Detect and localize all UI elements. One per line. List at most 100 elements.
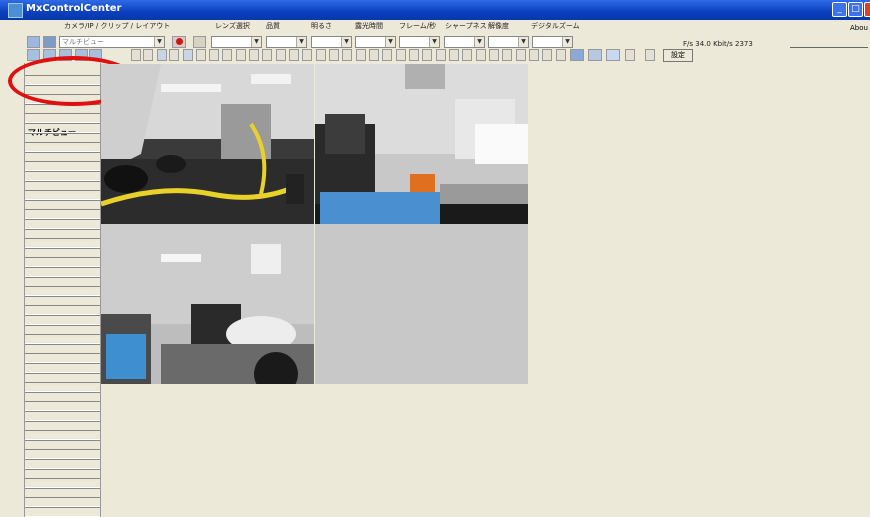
digital-zoom-dropdown[interactable]: ▼ [532, 36, 573, 48]
camera-view-empty[interactable] [315, 224, 528, 384]
sidebar-item-empty[interactable] [24, 449, 100, 460]
view-select[interactable]: マルチビュー ▼ [59, 36, 165, 48]
record-icon[interactable] [172, 36, 186, 48]
tool-button[interactable] [476, 49, 486, 61]
sidebar-item-empty[interactable] [24, 161, 100, 172]
sharpness-dropdown[interactable]: ▼ [444, 36, 485, 48]
tool-button[interactable] [422, 49, 432, 61]
sidebar-item-empty[interactable] [24, 343, 100, 354]
tool-button[interactable] [409, 49, 419, 61]
sidebar-item-empty[interactable] [24, 487, 100, 498]
chevron-down-icon[interactable]: ▼ [154, 37, 164, 47]
sidebar-item-empty[interactable] [24, 430, 100, 441]
chevron-down-icon[interactable]: ▼ [474, 37, 484, 47]
sidebar-item-empty[interactable] [24, 132, 100, 143]
sidebar-item-empty[interactable] [24, 267, 100, 277]
tool-button[interactable] [249, 49, 259, 61]
tool-button[interactable] [222, 49, 232, 61]
tool-button[interactable] [462, 49, 472, 61]
sidebar-item-empty[interactable] [24, 334, 100, 345]
tool-button[interactable] [382, 49, 392, 61]
tool-button[interactable] [556, 49, 566, 61]
minimize-button[interactable]: _ [832, 2, 847, 17]
quality-dropdown[interactable]: ▼ [266, 36, 307, 48]
info-icon[interactable] [645, 49, 655, 61]
ptz-icon[interactable] [606, 49, 620, 61]
camera-view-1[interactable] [101, 64, 314, 224]
snapshot-icon[interactable] [193, 36, 206, 48]
sidebar-item-empty[interactable] [24, 228, 100, 239]
chevron-down-icon[interactable]: ▼ [385, 37, 395, 47]
sidebar-item-empty[interactable] [24, 209, 100, 220]
tool-button[interactable] [356, 49, 366, 61]
tool-button[interactable] [542, 49, 552, 61]
sidebar-item-empty[interactable] [24, 286, 100, 297]
sidebar-item-empty[interactable] [24, 305, 100, 316]
sidebar-item-empty[interactable] [24, 123, 100, 133]
tool-button[interactable] [169, 49, 179, 61]
tool-button[interactable] [302, 49, 312, 61]
tool-button[interactable] [276, 49, 286, 61]
tool-button[interactable] [516, 49, 526, 61]
camera-config-icon[interactable] [588, 49, 602, 61]
tool-button[interactable] [529, 49, 539, 61]
tool-button[interactable] [369, 49, 379, 61]
fps-dropdown[interactable]: ▼ [399, 36, 440, 48]
sidebar-item-empty[interactable] [24, 468, 100, 479]
chevron-down-icon[interactable]: ▼ [429, 37, 439, 47]
chevron-down-icon[interactable]: ▼ [562, 37, 572, 47]
sidebar-item-empty[interactable] [24, 353, 100, 364]
sidebar-item-empty[interactable] [24, 171, 100, 181]
exposure-dropdown[interactable]: ▼ [355, 36, 396, 48]
sidebar-item-empty[interactable] [24, 497, 100, 508]
save-icon[interactable] [43, 36, 56, 48]
camera-view-3[interactable] [101, 224, 314, 384]
about-link[interactable]: Abou [850, 24, 868, 32]
settings-button[interactable]: 設定 [663, 49, 693, 62]
sidebar-item-empty[interactable] [24, 190, 100, 201]
chevron-down-icon[interactable]: ▼ [296, 37, 306, 47]
sidebar-item-empty[interactable] [24, 478, 100, 489]
chevron-down-icon[interactable]: ▼ [251, 37, 261, 47]
sidebar-item-empty[interactable] [24, 295, 100, 306]
sidebar-item-empty[interactable] [24, 372, 100, 383]
sidebar-item-empty[interactable] [24, 142, 100, 153]
sidebar-item-empty[interactable] [24, 219, 100, 229]
tool-button[interactable] [342, 49, 352, 61]
tool-button[interactable] [449, 49, 459, 61]
sidebar-item-empty[interactable] [24, 151, 100, 162]
close-button[interactable] [864, 2, 870, 17]
sidebar-item-empty[interactable] [24, 315, 100, 325]
maximize-button[interactable]: □ [848, 2, 863, 17]
sidebar-item-empty[interactable] [24, 420, 100, 431]
sidebar-item-empty[interactable] [24, 439, 100, 450]
tool-button[interactable] [436, 49, 446, 61]
camera-list-icon[interactable] [27, 36, 40, 48]
tool-button[interactable] [209, 49, 219, 61]
fullscreen-icon[interactable] [570, 49, 584, 61]
sidebar-item-empty[interactable] [24, 411, 100, 421]
sidebar-item-empty[interactable] [24, 276, 100, 287]
sidebar-item-empty[interactable] [24, 257, 100, 268]
tool-button[interactable] [625, 49, 635, 61]
tool-button[interactable] [502, 49, 512, 61]
tool-button[interactable] [262, 49, 272, 61]
chevron-down-icon[interactable]: ▼ [341, 37, 351, 47]
resolution-dropdown[interactable]: ▼ [488, 36, 529, 48]
tool-button[interactable] [196, 49, 206, 61]
sidebar-item-empty[interactable] [24, 363, 100, 373]
sidebar-item-empty[interactable] [24, 401, 100, 412]
sidebar-item-empty[interactable] [24, 391, 100, 402]
tool-button[interactable] [329, 49, 339, 61]
tool-button[interactable] [236, 49, 246, 61]
camera-view-2[interactable] [315, 64, 528, 224]
tool-button[interactable] [289, 49, 299, 61]
sidebar-item-empty[interactable] [24, 382, 100, 393]
tool-button[interactable] [157, 49, 167, 61]
chevron-down-icon[interactable]: ▼ [518, 37, 528, 47]
sidebar-item-empty[interactable] [24, 507, 100, 517]
tool-button[interactable] [143, 49, 153, 61]
sidebar-item-empty[interactable] [24, 247, 100, 258]
sidebar-item-empty[interactable] [24, 180, 100, 191]
sidebar-item-empty[interactable] [24, 324, 100, 335]
